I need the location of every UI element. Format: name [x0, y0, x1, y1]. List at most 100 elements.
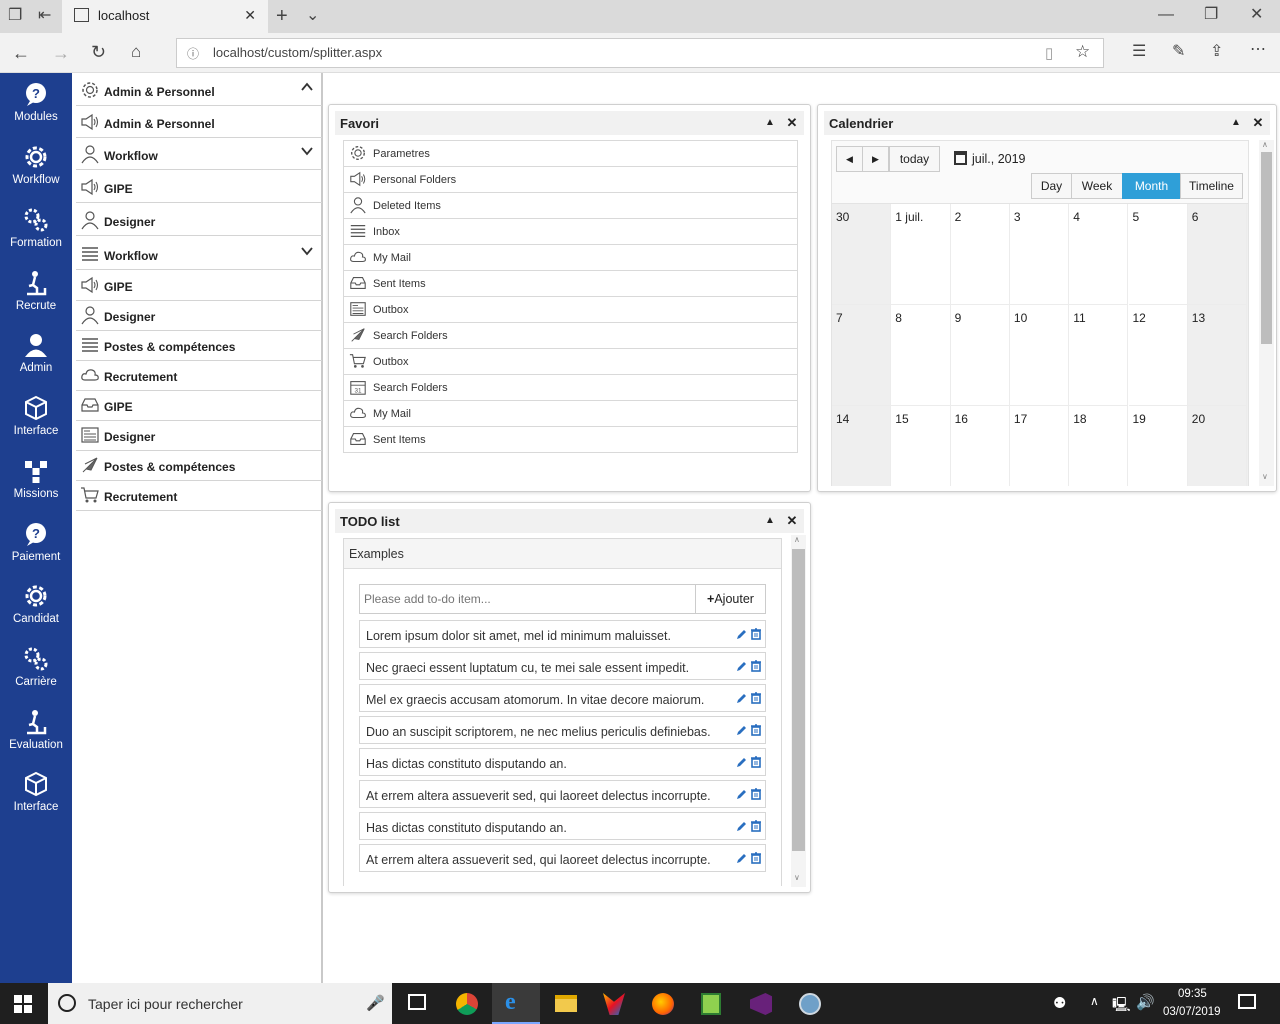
- trash-icon[interactable]: [750, 692, 762, 704]
- day-cell[interactable]: 4: [1069, 204, 1129, 305]
- set-aside-tabs-icon[interactable]: ⇤: [38, 8, 51, 24]
- day-cell[interactable]: 9: [950, 305, 1010, 406]
- todo-item[interactable]: Mel ex graecis accusam atomorum. In vita…: [359, 684, 766, 712]
- nav-item-evaluation[interactable]: Evaluation: [0, 709, 72, 769]
- chevron-down-icon[interactable]: ⌄: [306, 8, 319, 24]
- next-button[interactable]: ▶: [862, 146, 889, 172]
- day-cell[interactable]: 10: [1009, 305, 1070, 406]
- chevron-up-icon[interactable]: ∧: [1090, 994, 1099, 1008]
- pencil-icon[interactable]: [736, 724, 748, 736]
- view-timeline-button[interactable]: Timeline: [1180, 173, 1243, 199]
- url-field[interactable]: ⓘ localhost/custom/splitter.aspx ▯ ☆: [176, 38, 1104, 68]
- close-window-icon[interactable]: ✕: [1250, 7, 1263, 23]
- favori-item[interactable]: My Mail: [343, 245, 798, 271]
- favori-item[interactable]: Personal Folders: [343, 167, 798, 193]
- day-cell[interactable]: 20: [1188, 406, 1248, 486]
- nav-item-paiement[interactable]: ? Paiement: [0, 521, 72, 581]
- microphone-icon[interactable]: 🎤: [366, 994, 385, 1012]
- pencil-icon[interactable]: [736, 660, 748, 672]
- calendar-scrollbar[interactable]: ∧ ∨: [1259, 140, 1274, 486]
- refresh-icon[interactable]: ↻: [91, 43, 106, 61]
- scroll-down-icon[interactable]: ∨: [794, 873, 800, 882]
- tree-item[interactable]: Admin & Personnel: [76, 108, 322, 138]
- favorites-hub-icon[interactable]: ☰: [1132, 44, 1146, 60]
- trash-icon[interactable]: [750, 756, 762, 768]
- nav-item-modules[interactable]: ? Modules: [0, 81, 72, 141]
- tree-item[interactable]: GIPE: [76, 173, 322, 203]
- back-icon[interactable]: ←: [12, 44, 30, 62]
- tree-item[interactable]: Postes & compétences: [76, 331, 322, 361]
- todo-item[interactable]: At errem altera assueverit sed, qui laor…: [359, 780, 766, 808]
- collapse-icon[interactable]: ▲: [1226, 113, 1246, 133]
- tree-item[interactable]: Designer: [76, 206, 322, 236]
- close-icon[interactable]: ✕: [782, 113, 802, 133]
- tree-item[interactable]: Workflow: [76, 240, 322, 270]
- favori-item[interactable]: Outbox: [343, 349, 798, 375]
- tree-item[interactable]: Recrutement: [76, 481, 322, 511]
- day-cell[interactable]: 16: [951, 406, 1010, 486]
- favori-item[interactable]: Inbox: [343, 219, 798, 245]
- pencil-icon[interactable]: [736, 820, 748, 832]
- tree-item[interactable]: Postes & compétences: [76, 451, 322, 481]
- volume-icon[interactable]: 🔊: [1136, 993, 1155, 1011]
- tab-manager-icon[interactable]: ❐: [8, 8, 22, 24]
- day-cell[interactable]: 11: [1069, 305, 1129, 406]
- nav-item-interface-2[interactable]: Interface: [0, 771, 72, 831]
- tree-item[interactable]: Workflow: [76, 140, 322, 170]
- favori-item[interactable]: 31 Search Folders: [343, 375, 798, 401]
- favori-item[interactable]: Search Folders: [343, 323, 798, 349]
- restore-icon[interactable]: ❐: [1204, 7, 1218, 23]
- add-button[interactable]: +Ajouter: [695, 584, 766, 614]
- pen-icon[interactable]: ✎: [1172, 44, 1185, 60]
- trash-icon[interactable]: [750, 852, 762, 864]
- close-icon[interactable]: ✕: [1248, 113, 1268, 133]
- firefox-icon[interactable]: [652, 993, 674, 1015]
- favori-item[interactable]: Parametres: [343, 141, 798, 167]
- notepad-plus-icon[interactable]: [701, 993, 721, 1015]
- trash-icon[interactable]: [750, 788, 762, 800]
- nav-item-candidat[interactable]: Candidat: [0, 583, 72, 643]
- day-cell[interactable]: 5: [1128, 204, 1188, 305]
- nav-item-carriere[interactable]: Carrière: [0, 646, 72, 706]
- windows-start-icon[interactable]: [14, 995, 32, 1013]
- todo-item[interactable]: Lorem ipsum dolor sit amet, mel id minim…: [359, 620, 766, 648]
- new-tab-icon[interactable]: +: [276, 6, 288, 26]
- tree-item[interactable]: Recrutement: [76, 361, 322, 391]
- view-month-button[interactable]: Month: [1122, 173, 1181, 199]
- minimize-icon[interactable]: —: [1158, 7, 1174, 23]
- collapse-icon[interactable]: ▲: [760, 511, 780, 531]
- day-cell[interactable]: 6: [1187, 204, 1248, 305]
- favori-item[interactable]: Deleted Items: [343, 193, 798, 219]
- nav-item-interface[interactable]: Interface: [0, 395, 72, 455]
- notifications-icon[interactable]: [1238, 994, 1256, 1009]
- tree-item[interactable]: GIPE: [76, 391, 322, 421]
- pencil-icon[interactable]: [736, 788, 748, 800]
- nav-item-workflow[interactable]: Workflow: [0, 144, 72, 204]
- favori-item[interactable]: Outbox: [343, 297, 798, 323]
- todo-input[interactable]: [359, 584, 696, 614]
- scroll-thumb[interactable]: [1261, 152, 1272, 344]
- view-week-button[interactable]: Week: [1071, 173, 1123, 199]
- day-cell[interactable]: 2: [950, 204, 1010, 305]
- day-cell[interactable]: 30: [832, 204, 892, 305]
- pencil-icon[interactable]: [736, 692, 748, 704]
- day-cell[interactable]: 14: [832, 406, 892, 486]
- day-cell[interactable]: 18: [1069, 406, 1129, 486]
- favori-item[interactable]: Sent Items: [343, 271, 798, 297]
- forward-icon[interactable]: →: [52, 44, 70, 62]
- edge-taskbar-button[interactable]: e: [492, 983, 540, 1024]
- taskbar-search[interactable]: Taper ici pour rechercher 🎤: [48, 983, 392, 1024]
- nav-item-admin[interactable]: Admin: [0, 332, 72, 392]
- today-button[interactable]: today: [889, 146, 940, 172]
- tree-item[interactable]: GIPE: [76, 271, 322, 301]
- day-cell[interactable]: 3: [1009, 204, 1070, 305]
- tree-item[interactable]: Designer: [76, 421, 322, 451]
- calendar-icon[interactable]: [954, 151, 967, 165]
- current-period[interactable]: juil., 2019: [972, 152, 1026, 166]
- day-cell[interactable]: 19: [1129, 406, 1188, 486]
- day-cell[interactable]: 13: [1187, 305, 1248, 406]
- scroll-thumb[interactable]: [792, 549, 805, 851]
- close-icon[interactable]: ✕: [782, 511, 802, 531]
- todo-scrollbar[interactable]: ∧ ∨: [791, 535, 806, 887]
- reading-view-icon[interactable]: ▯: [1045, 44, 1053, 62]
